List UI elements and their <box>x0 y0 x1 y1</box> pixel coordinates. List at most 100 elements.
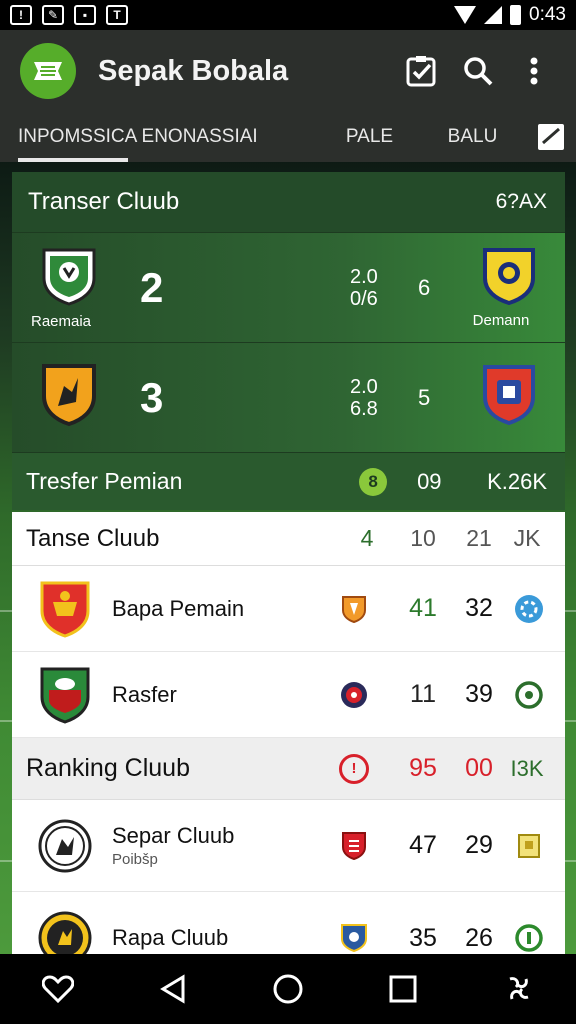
home-icon[interactable] <box>266 967 310 1011</box>
info-icon[interactable] <box>511 920 547 954</box>
battery-icon <box>510 5 522 25</box>
football-logo-icon[interactable] <box>20 43 76 99</box>
home-team-name: Raemaia <box>30 312 92 330</box>
club-stat-1: 35 <box>409 923 437 952</box>
club-name: Rapa Cluub <box>112 925 339 951</box>
club-name: Bapa Pemain <box>112 596 339 622</box>
club-sub-text: Poibšp <box>112 851 158 868</box>
ranking-value-3: I3K <box>510 755 544 781</box>
transfer-panel: Transer Cluub 6?AX Raemaia 2 2.0 0/6 6 D… <box>12 172 565 510</box>
calendar-icon[interactable] <box>536 122 566 152</box>
club-stat-2: 29 <box>465 831 493 859</box>
match-stat-right: 5 <box>418 384 431 410</box>
target-icon[interactable] <box>511 677 547 713</box>
status-bar: ! ✎ ▪ T 0:43 <box>0 0 576 30</box>
footer-value-2: K.26K <box>487 468 547 494</box>
clock: 0:43 <box>529 4 566 25</box>
share-icon[interactable] <box>496 967 540 1011</box>
app-title: Sepak Bobala <box>98 54 289 87</box>
shirt-icon: T <box>106 5 128 25</box>
footer-value-1: 09 <box>417 468 442 494</box>
tab-pale[interactable]: PALE <box>318 112 421 162</box>
back-icon[interactable] <box>151 967 195 1011</box>
ranking-value-1: 95 <box>409 754 437 782</box>
match-stat-bottom: 0/6 <box>350 287 378 310</box>
signal-icon <box>484 6 503 24</box>
ranking-header: Ranking Cluub ! 95 00 I3K <box>12 738 565 800</box>
tab-balu[interactable]: BALU <box>421 112 524 162</box>
small-crest-icon <box>339 594 369 624</box>
footer-title: Tresfer Pemian <box>26 468 183 494</box>
ranking-badge-icon: ! <box>339 753 369 784</box>
tab-label: BALU <box>447 126 498 147</box>
club-stat-1: 11 <box>410 680 436 708</box>
transfer-panel-value: 6?AX <box>495 190 547 213</box>
tab-bar: INPOMSSICA ENONASSIAI PALE BALU <box>0 112 576 162</box>
small-crest-icon <box>339 923 369 953</box>
club-stat-2: 26 <box>465 923 493 952</box>
club-list-col-4: JK <box>513 525 541 551</box>
club-stat-1: 47 <box>409 831 437 859</box>
away-team: Demann <box>473 247 539 329</box>
navigation-bar <box>0 954 576 1024</box>
globe-icon[interactable] <box>511 591 547 627</box>
shield-crest-icon <box>42 248 96 306</box>
list-item[interactable]: Separ Cluub Poibšp 47 29 <box>12 800 565 892</box>
club-name: Rasfer <box>112 682 339 708</box>
match-row[interactable]: Raemaia 2 2.0 0/6 6 Demann <box>12 232 565 342</box>
club-crest-icon <box>38 909 92 954</box>
club-list-title: Tanse Cluub <box>26 524 160 552</box>
notification-icon: ▪ <box>74 5 96 25</box>
club-crest-icon <box>38 580 92 638</box>
club-name-text: Rapa Cluub <box>112 925 229 950</box>
tab-inpomssica[interactable]: INPOMSSICA ENONASSIAI <box>18 112 318 162</box>
small-crest-icon <box>339 680 369 710</box>
tab-label: INPOMSSICA ENONASSIAI <box>18 126 258 147</box>
club-stat-2: 39 <box>465 680 493 708</box>
home-score: 2 <box>140 263 164 311</box>
more-vert-icon[interactable] <box>512 49 556 93</box>
away-team <box>479 364 539 431</box>
list-item[interactable]: Rapa Cluub 35 26 <box>12 892 565 954</box>
tab-indicator <box>18 158 128 162</box>
club-list-col-3: 21 <box>466 525 492 551</box>
recents-icon[interactable] <box>381 967 425 1011</box>
club-name-text: Bapa Pemain <box>112 595 245 621</box>
checklist-icon[interactable] <box>400 49 444 93</box>
match-stat: 2.0 0/6 <box>350 266 378 310</box>
match-stat-bottom: 6.8 <box>350 397 378 420</box>
app-bar: Sepak Bobala <box>0 30 576 112</box>
home-score: 3 <box>140 373 164 421</box>
warning-icon: ! <box>10 5 32 25</box>
edit-icon: ✎ <box>42 5 64 25</box>
wifi-icon <box>454 6 477 24</box>
away-team-name: Demann <box>472 311 530 329</box>
club-stat-1: 41 <box>409 594 437 622</box>
trophy-icon[interactable] <box>511 828 547 864</box>
club-stat-2: 32 <box>465 594 493 622</box>
tab-label: PALE <box>345 126 394 147</box>
home-team: Raemaia <box>31 246 102 330</box>
small-crest-icon <box>339 831 369 861</box>
transfer-panel-title: Transer Cluub <box>28 188 180 215</box>
shield-crest-icon <box>483 365 535 426</box>
shield-crest-icon <box>42 364 96 427</box>
heart-icon[interactable] <box>36 967 80 1011</box>
mini-badge-icon: 8 <box>359 467 388 496</box>
ranking-value-2: 00 <box>465 754 493 782</box>
match-row[interactable]: 3 2.0 6.8 5 <box>12 342 565 452</box>
list-item[interactable]: Rasfer 11 39 <box>12 652 565 738</box>
transfer-panel-header: Transer Cluub 6?AX <box>12 172 565 232</box>
transfer-panel-footer[interactable]: Tresfer Pemian 8 09 K.26K <box>12 452 565 510</box>
club-list: Tanse Cluub 4 10 21 JK Bapa Pemain 41 32… <box>12 512 565 954</box>
club-name-text: Separ Cluub <box>112 823 235 848</box>
club-name: Separ Cluub Poibšp <box>112 823 339 868</box>
search-icon[interactable] <box>456 49 500 93</box>
club-list-header: Tanse Cluub 4 10 21 JK <box>12 512 565 566</box>
ranking-title: Ranking Cluub <box>26 754 190 782</box>
match-stat-right: 6 <box>418 274 431 300</box>
club-crest-icon <box>38 817 92 875</box>
club-list-col-1: 4 <box>360 525 374 551</box>
list-item[interactable]: Bapa Pemain 41 32 <box>12 566 565 652</box>
club-name-text: Rasfer <box>112 681 177 707</box>
